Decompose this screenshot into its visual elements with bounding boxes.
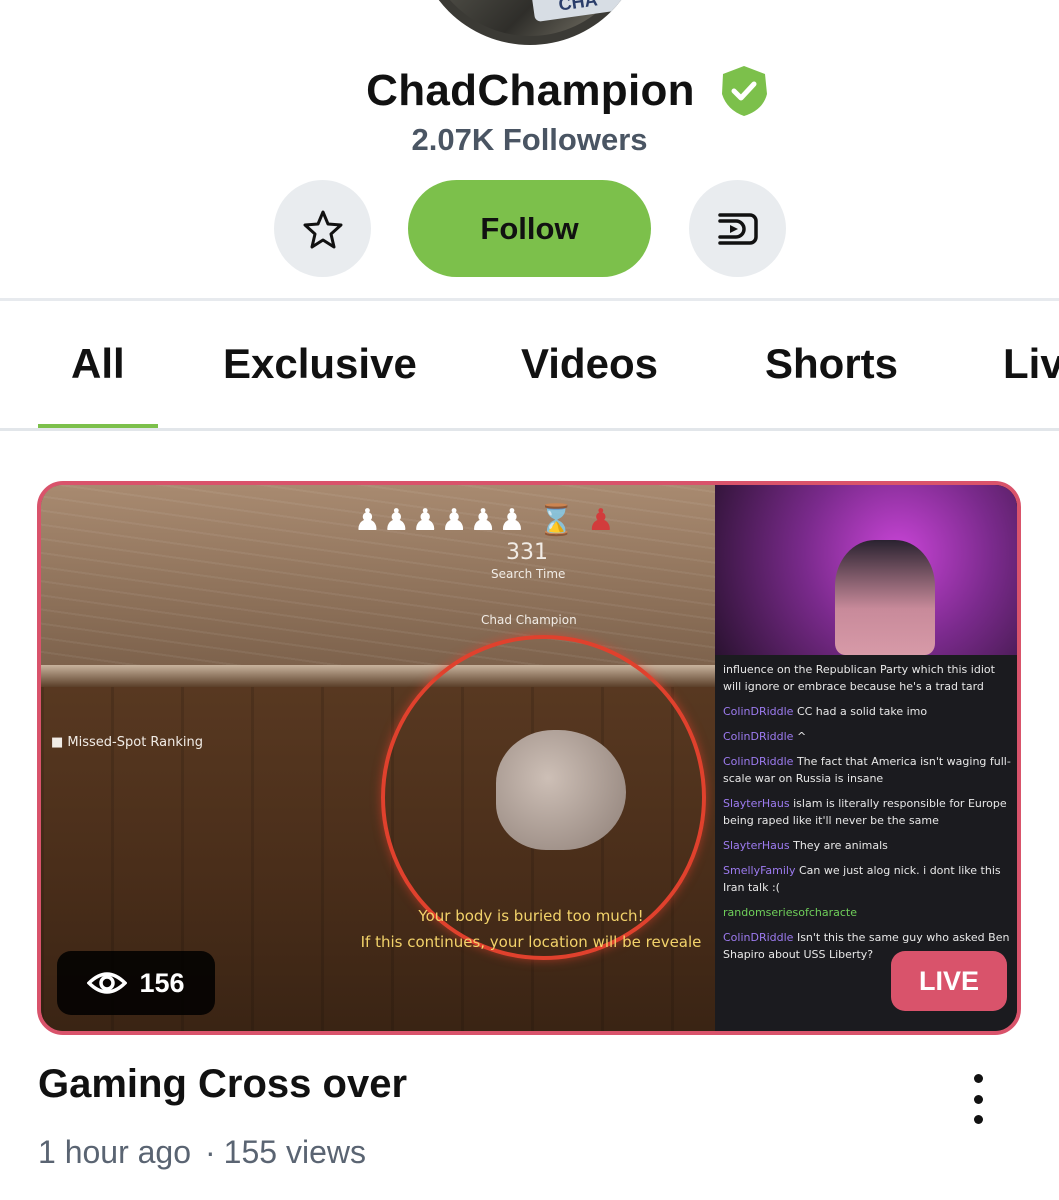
hud-player-icons: ♟♟♟♟♟♟ ⌛ ♟ xyxy=(354,504,617,537)
tab-live[interactable]: Liv xyxy=(1003,340,1059,388)
live-viewers-badge: 156 xyxy=(57,951,215,1015)
video-time-ago: 1 hour ago xyxy=(38,1134,192,1170)
chat-overlay: influence on the Republican Party which … xyxy=(723,661,1015,971)
star-icon xyxy=(303,210,342,248)
chat-message: randomseriesofcharacte xyxy=(723,906,857,919)
streamer-image xyxy=(835,540,935,655)
channel-avatar[interactable]: CHA xyxy=(415,0,645,45)
tab-shorts[interactable]: Shorts xyxy=(765,340,898,388)
verified-badge-icon xyxy=(721,66,767,116)
separator-dot: · xyxy=(205,1134,216,1170)
live-badge: LIVE xyxy=(891,951,1007,1011)
chat-message: influence on the Republican Party which … xyxy=(723,663,995,693)
missed-spot-label: Missed-Spot Ranking xyxy=(67,735,204,750)
game-scene: ♟♟♟♟♟♟ ⌛ ♟ 331 Search Time Chad Champion… xyxy=(41,485,715,1031)
chat-message: SlayterHaus islam is literally responsib… xyxy=(723,797,1007,827)
chat-message: SlayterHaus They are animals xyxy=(723,839,888,852)
channel-header: ChadChampion xyxy=(0,64,1059,118)
chat-message: ColinDRiddle ^ xyxy=(723,730,807,743)
hud-count: 331 xyxy=(506,540,548,565)
webcam-feed xyxy=(715,485,1017,655)
chat-message: SmellyFamily Can we just alog nick. i do… xyxy=(723,864,1001,894)
video-thumbnail[interactable]: ♟♟♟♟♟♟ ⌛ ♟ 331 Search Time Chad Champion… xyxy=(37,481,1021,1035)
warning-line-2: If this continues, your location will be… xyxy=(360,933,702,951)
channel-name: ChadChampion xyxy=(366,66,695,115)
chat-message: ColinDRiddle CC had a solid take imo xyxy=(723,705,928,718)
followers-count: 2.07K Followers xyxy=(411,122,648,157)
missed-spot-ranking: ■ Missed-Spot Ranking xyxy=(51,735,204,750)
eye-icon xyxy=(87,972,128,994)
rumble-share-icon xyxy=(717,212,758,245)
rumble-button[interactable] xyxy=(689,180,786,277)
tab-exclusive[interactable]: Exclusive xyxy=(223,340,417,388)
tab-bar: All Exclusive Videos Shorts Liv xyxy=(0,300,1059,430)
tab-videos[interactable]: Videos xyxy=(521,340,658,388)
warning-line-1: Your body is buried too much! xyxy=(418,907,644,925)
game-warning: Your body is buried too much! If this co… xyxy=(331,903,731,955)
video-meta: 1 hour ago · 155 views xyxy=(38,1134,366,1171)
more-options-icon[interactable] xyxy=(958,1074,998,1124)
chat-message: ColinDRiddle The fact that America isn't… xyxy=(723,755,1011,785)
stream-panel: influence on the Republican Party which … xyxy=(715,485,1017,1031)
live-viewers-count: 156 xyxy=(139,967,185,998)
video-title[interactable]: Gaming Cross over xyxy=(38,1062,407,1107)
hud-player-name: Chad Champion xyxy=(481,613,577,627)
tab-all[interactable]: All xyxy=(71,340,125,388)
game-hand-object xyxy=(496,730,626,850)
hud-search-time: Search Time xyxy=(491,567,566,581)
favorite-button[interactable] xyxy=(274,180,371,277)
divider xyxy=(0,428,1059,431)
follow-button[interactable]: Follow xyxy=(408,180,651,277)
video-views: 155 views xyxy=(223,1134,366,1170)
